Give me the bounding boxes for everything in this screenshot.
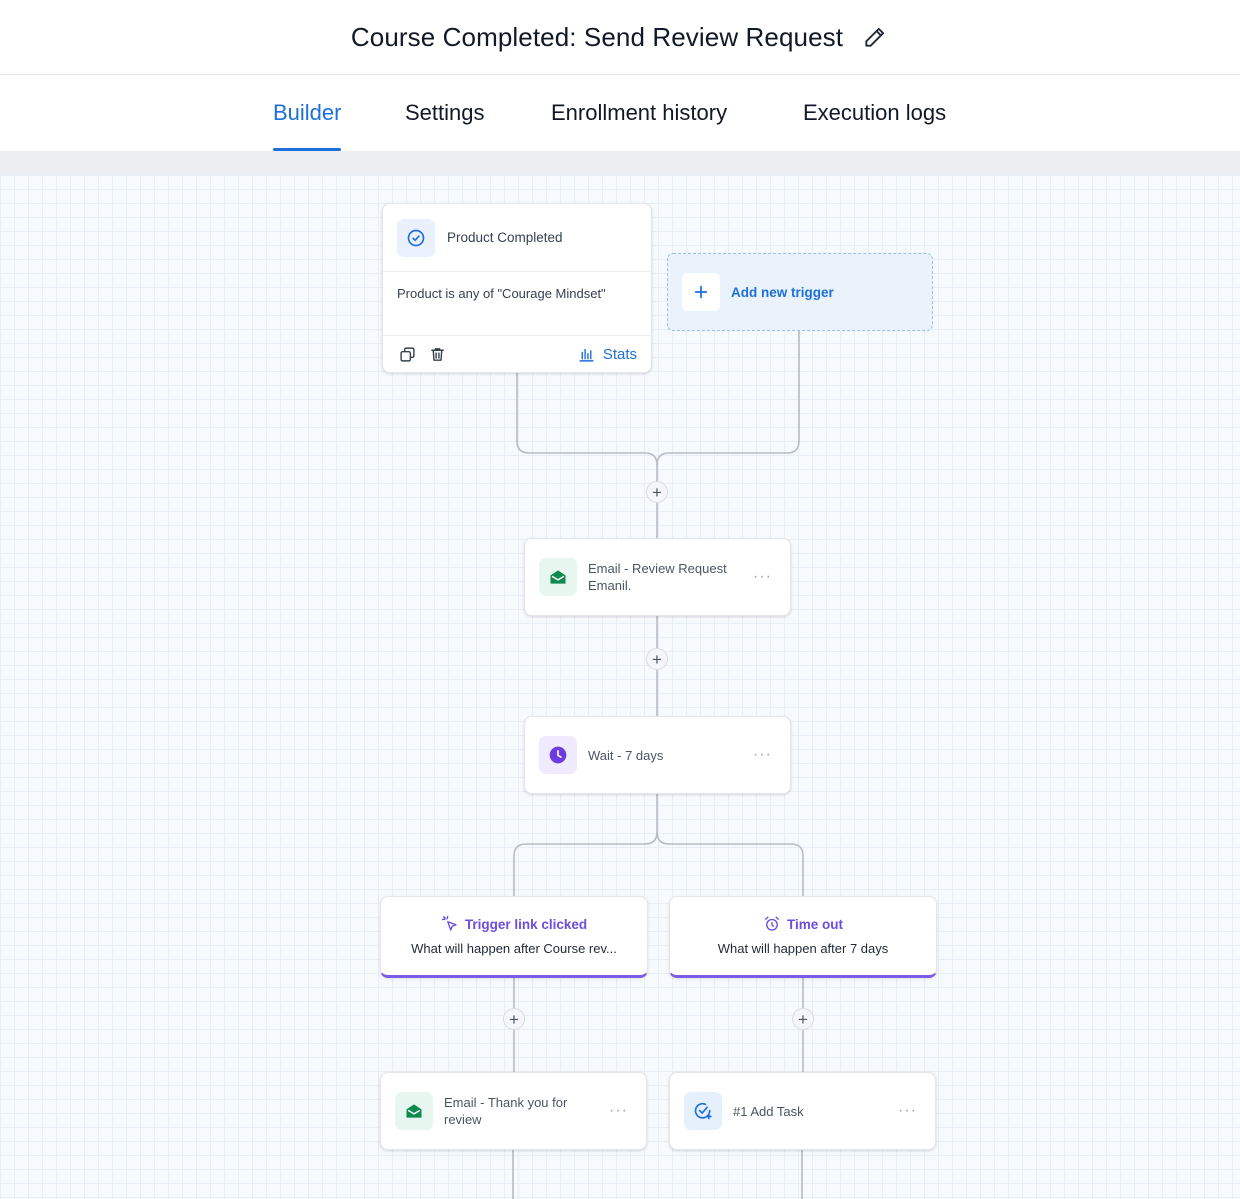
add-step-button[interactable]: + (503, 1008, 525, 1030)
action-card-email-thank-you[interactable]: Email - Thank you for review ··· (380, 1072, 647, 1150)
tab-settings[interactable]: Settings (405, 75, 485, 151)
branch-time-out[interactable]: Time out What will happen after 7 days (669, 896, 937, 978)
task-check-icon (694, 1102, 712, 1120)
action-icon-box (684, 1092, 722, 1130)
action-label: Email - Thank you for review (444, 1095, 568, 1127)
delete-button[interactable] (427, 344, 447, 364)
plus-icon (694, 285, 708, 299)
tab-bar: Builder Settings Enrollment history Exec… (0, 75, 1240, 151)
copy-icon (399, 346, 415, 362)
pencil-icon (865, 27, 885, 47)
cursor-click-icon (441, 915, 457, 931)
action-card-email-review-request[interactable]: Email - Review Request Emanil. ··· (524, 538, 791, 616)
action-card-wait[interactable]: Wait - 7 days ··· (524, 716, 791, 794)
email-icon (550, 570, 566, 584)
branch-subtitle: What will happen after 7 days (717, 941, 889, 956)
action-label: Wait - 7 days (588, 747, 664, 763)
alarm-clock-icon (764, 916, 780, 931)
email-icon (406, 1104, 422, 1118)
action-label: #1 Add Task (733, 1103, 804, 1119)
branch-title: Time out (786, 916, 843, 932)
action-label: Email - Review Request Emanil. (588, 561, 727, 593)
more-options-button[interactable]: ··· (753, 746, 772, 764)
trigger-card-footer: Stats (383, 336, 651, 372)
action-card-add-task[interactable]: #1 Add Task ··· (669, 1072, 936, 1150)
add-trigger-icon-box (682, 273, 720, 311)
trigger-icon-box (397, 218, 435, 257)
branch-header: Trigger link clicked (381, 915, 647, 933)
action-icon-box (539, 736, 577, 774)
workflow-title: Course Completed: Send Review Request (350, 21, 844, 52)
branch-subtitle: What will happen after Course rev... (411, 941, 617, 956)
clock-icon (549, 746, 567, 764)
stats-button[interactable]: Stats (578, 346, 637, 363)
duplicate-button[interactable] (397, 344, 417, 364)
branch-title: Trigger link clicked (464, 916, 588, 932)
check-circle-icon (407, 229, 425, 246)
action-icon-box (395, 1092, 433, 1130)
canvas-toolbar-strip (0, 151, 1240, 175)
trigger-condition: Product is any of "Courage Mindset" (383, 272, 651, 336)
trigger-name: Product Completed (447, 230, 563, 245)
branch-header: Time out (670, 915, 936, 933)
branch-trigger-link-clicked[interactable]: Trigger link clicked What will happen af… (380, 896, 648, 978)
trash-icon (430, 347, 444, 361)
tab-execution-logs[interactable]: Execution logs (803, 75, 946, 151)
trigger-card-header: Product Completed (383, 204, 651, 272)
tab-enrollment-history[interactable]: Enrollment history (551, 75, 727, 151)
edit-title-button[interactable] (861, 23, 889, 51)
add-new-trigger-button[interactable]: Add new trigger (667, 253, 933, 331)
page-header: Course Completed: Send Review Request (0, 0, 1240, 75)
more-options-button[interactable]: ··· (609, 1102, 628, 1120)
more-options-button[interactable]: ··· (898, 1102, 917, 1120)
action-icon-box (539, 558, 577, 596)
tab-builder[interactable]: Builder (273, 75, 342, 151)
add-step-button[interactable]: + (792, 1008, 814, 1030)
bar-chart-icon (579, 348, 594, 362)
add-step-button[interactable]: + (646, 481, 668, 503)
more-options-button[interactable]: ··· (753, 568, 772, 586)
trigger-card[interactable]: Product Completed Product is any of "Cou… (382, 203, 652, 373)
add-step-button[interactable]: + (646, 648, 668, 670)
add-trigger-label: Add new trigger (731, 284, 834, 300)
stats-label: Stats (602, 345, 637, 363)
